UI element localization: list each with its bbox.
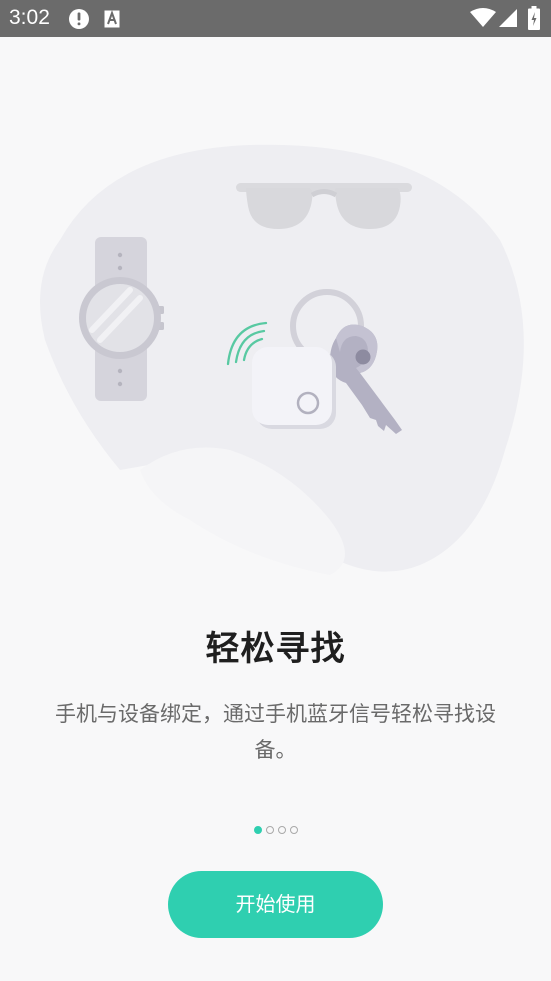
hero-illustration	[40, 144, 524, 575]
keyboard-a-icon	[104, 10, 120, 28]
page-dot-4	[289, 826, 298, 834]
alert-icon	[69, 9, 89, 29]
status-bar: 3:02	[0, 0, 551, 37]
start-button[interactable]: 开始使用	[168, 871, 383, 938]
page-dot-3	[277, 826, 286, 834]
signal-icon	[499, 9, 517, 27]
page-description: 手机与设备绑定，通过手机蓝牙信号轻松寻找设备。	[55, 702, 496, 762]
page-dot-2	[265, 826, 274, 834]
wifi-icon	[470, 8, 496, 27]
battery-charging-icon	[528, 6, 540, 30]
page-title: 轻松寻找	[205, 629, 346, 669]
page-indicator	[0, 826, 551, 836]
tracker-tag-icon	[252, 347, 336, 429]
page-dot-1-active	[253, 826, 262, 834]
status-time: 3:02	[9, 6, 50, 29]
